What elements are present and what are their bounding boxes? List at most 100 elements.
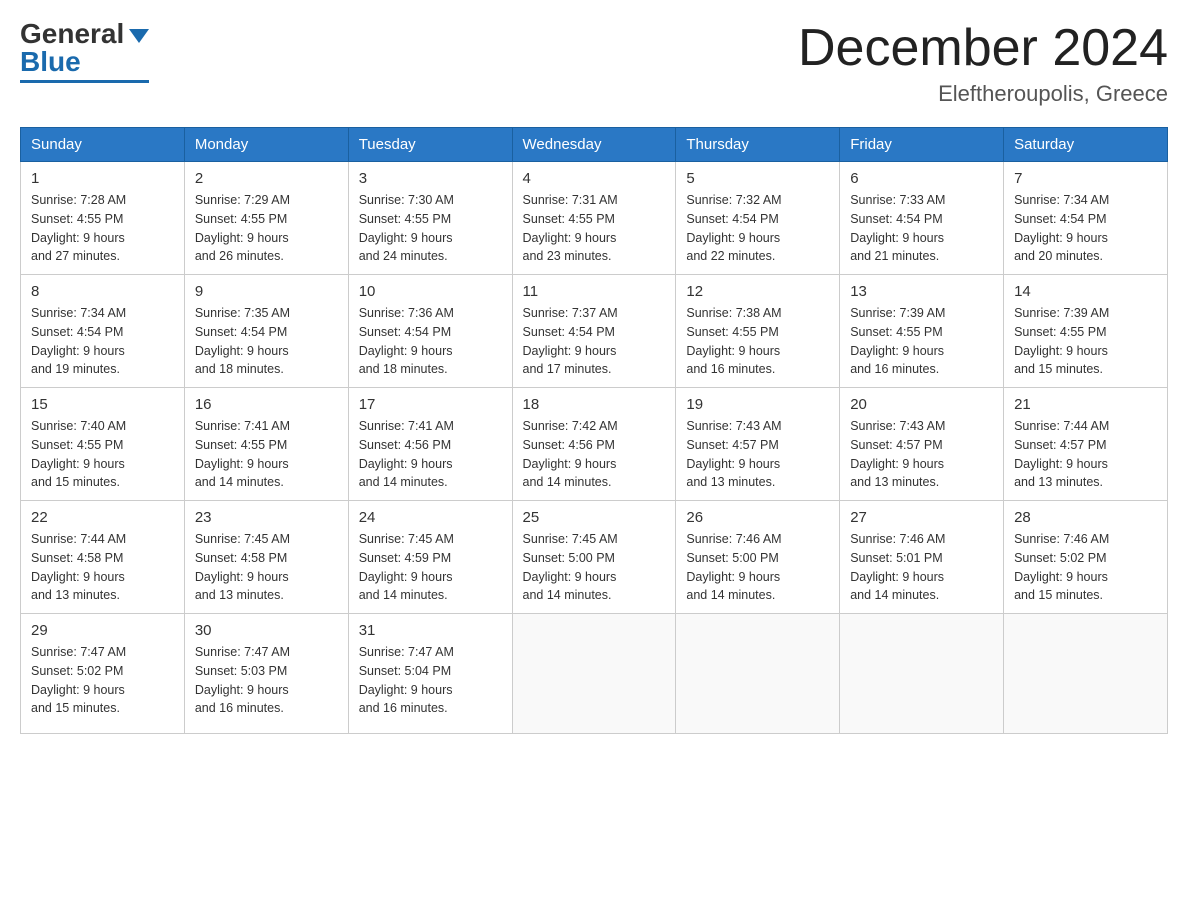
day-number: 16	[195, 396, 338, 413]
day-number: 5	[686, 170, 829, 187]
day-info: Sunrise: 7:41 AM Sunset: 4:55 PM Dayligh…	[195, 417, 338, 492]
table-row: 12 Sunrise: 7:38 AM Sunset: 4:55 PM Dayl…	[676, 275, 840, 388]
table-row: 9 Sunrise: 7:35 AM Sunset: 4:54 PM Dayli…	[184, 275, 348, 388]
table-row: 11 Sunrise: 7:37 AM Sunset: 4:54 PM Dayl…	[512, 275, 676, 388]
day-number: 22	[31, 509, 174, 526]
day-number: 14	[1014, 283, 1157, 300]
day-info: Sunrise: 7:32 AM Sunset: 4:54 PM Dayligh…	[686, 191, 829, 266]
table-row: 15 Sunrise: 7:40 AM Sunset: 4:55 PM Dayl…	[21, 388, 185, 501]
calendar-week-row: 15 Sunrise: 7:40 AM Sunset: 4:55 PM Dayl…	[21, 388, 1168, 501]
day-number: 25	[523, 509, 666, 526]
day-info: Sunrise: 7:47 AM Sunset: 5:02 PM Dayligh…	[31, 643, 174, 718]
title-block: December 2024 Eleftheroupolis, Greece	[798, 20, 1168, 107]
table-row: 10 Sunrise: 7:36 AM Sunset: 4:54 PM Dayl…	[348, 275, 512, 388]
day-info: Sunrise: 7:47 AM Sunset: 5:03 PM Dayligh…	[195, 643, 338, 718]
day-number: 8	[31, 283, 174, 300]
table-row: 16 Sunrise: 7:41 AM Sunset: 4:55 PM Dayl…	[184, 388, 348, 501]
table-row: 14 Sunrise: 7:39 AM Sunset: 4:55 PM Dayl…	[1004, 275, 1168, 388]
day-number: 24	[359, 509, 502, 526]
table-row: 20 Sunrise: 7:43 AM Sunset: 4:57 PM Dayl…	[840, 388, 1004, 501]
col-sunday: Sunday	[21, 128, 185, 162]
day-number: 6	[850, 170, 993, 187]
day-number: 12	[686, 283, 829, 300]
day-info: Sunrise: 7:46 AM Sunset: 5:02 PM Dayligh…	[1014, 530, 1157, 605]
table-row: 23 Sunrise: 7:45 AM Sunset: 4:58 PM Dayl…	[184, 501, 348, 614]
day-info: Sunrise: 7:36 AM Sunset: 4:54 PM Dayligh…	[359, 304, 502, 379]
month-title: December 2024	[798, 20, 1168, 77]
day-info: Sunrise: 7:45 AM Sunset: 5:00 PM Dayligh…	[523, 530, 666, 605]
day-info: Sunrise: 7:46 AM Sunset: 5:01 PM Dayligh…	[850, 530, 993, 605]
table-row: 18 Sunrise: 7:42 AM Sunset: 4:56 PM Dayl…	[512, 388, 676, 501]
day-number: 29	[31, 622, 174, 639]
table-row: 3 Sunrise: 7:30 AM Sunset: 4:55 PM Dayli…	[348, 162, 512, 275]
table-row: 4 Sunrise: 7:31 AM Sunset: 4:55 PM Dayli…	[512, 162, 676, 275]
table-row: 30 Sunrise: 7:47 AM Sunset: 5:03 PM Dayl…	[184, 614, 348, 734]
calendar-week-row: 22 Sunrise: 7:44 AM Sunset: 4:58 PM Dayl…	[21, 501, 1168, 614]
table-row: 2 Sunrise: 7:29 AM Sunset: 4:55 PM Dayli…	[184, 162, 348, 275]
day-info: Sunrise: 7:31 AM Sunset: 4:55 PM Dayligh…	[523, 191, 666, 266]
table-row	[1004, 614, 1168, 734]
table-row: 21 Sunrise: 7:44 AM Sunset: 4:57 PM Dayl…	[1004, 388, 1168, 501]
day-number: 18	[523, 396, 666, 413]
table-row: 7 Sunrise: 7:34 AM Sunset: 4:54 PM Dayli…	[1004, 162, 1168, 275]
table-row	[840, 614, 1004, 734]
day-info: Sunrise: 7:35 AM Sunset: 4:54 PM Dayligh…	[195, 304, 338, 379]
table-row	[676, 614, 840, 734]
table-row: 25 Sunrise: 7:45 AM Sunset: 5:00 PM Dayl…	[512, 501, 676, 614]
day-number: 9	[195, 283, 338, 300]
day-info: Sunrise: 7:39 AM Sunset: 4:55 PM Dayligh…	[1014, 304, 1157, 379]
day-info: Sunrise: 7:39 AM Sunset: 4:55 PM Dayligh…	[850, 304, 993, 379]
table-row: 19 Sunrise: 7:43 AM Sunset: 4:57 PM Dayl…	[676, 388, 840, 501]
col-monday: Monday	[184, 128, 348, 162]
calendar-table: Sunday Monday Tuesday Wednesday Thursday…	[20, 127, 1168, 734]
location-subtitle: Eleftheroupolis, Greece	[798, 81, 1168, 107]
col-tuesday: Tuesday	[348, 128, 512, 162]
day-number: 21	[1014, 396, 1157, 413]
day-number: 11	[523, 283, 666, 300]
table-row: 22 Sunrise: 7:44 AM Sunset: 4:58 PM Dayl…	[21, 501, 185, 614]
table-row: 27 Sunrise: 7:46 AM Sunset: 5:01 PM Dayl…	[840, 501, 1004, 614]
day-number: 15	[31, 396, 174, 413]
table-row: 6 Sunrise: 7:33 AM Sunset: 4:54 PM Dayli…	[840, 162, 1004, 275]
day-number: 3	[359, 170, 502, 187]
table-row: 29 Sunrise: 7:47 AM Sunset: 5:02 PM Dayl…	[21, 614, 185, 734]
day-info: Sunrise: 7:34 AM Sunset: 4:54 PM Dayligh…	[31, 304, 174, 379]
day-info: Sunrise: 7:29 AM Sunset: 4:55 PM Dayligh…	[195, 191, 338, 266]
day-info: Sunrise: 7:46 AM Sunset: 5:00 PM Dayligh…	[686, 530, 829, 605]
calendar-week-row: 29 Sunrise: 7:47 AM Sunset: 5:02 PM Dayl…	[21, 614, 1168, 734]
logo-blue-text: Blue	[20, 48, 81, 76]
table-row: 17 Sunrise: 7:41 AM Sunset: 4:56 PM Dayl…	[348, 388, 512, 501]
table-row: 5 Sunrise: 7:32 AM Sunset: 4:54 PM Dayli…	[676, 162, 840, 275]
day-number: 17	[359, 396, 502, 413]
day-info: Sunrise: 7:30 AM Sunset: 4:55 PM Dayligh…	[359, 191, 502, 266]
day-number: 26	[686, 509, 829, 526]
day-info: Sunrise: 7:45 AM Sunset: 4:59 PM Dayligh…	[359, 530, 502, 605]
page-header: General Blue December 2024 Eleftheroupol…	[20, 20, 1168, 107]
calendar-week-row: 1 Sunrise: 7:28 AM Sunset: 4:55 PM Dayli…	[21, 162, 1168, 275]
day-number: 10	[359, 283, 502, 300]
day-info: Sunrise: 7:33 AM Sunset: 4:54 PM Dayligh…	[850, 191, 993, 266]
logo-general-text: General	[20, 20, 124, 48]
day-number: 20	[850, 396, 993, 413]
day-number: 2	[195, 170, 338, 187]
logo: General Blue	[20, 20, 149, 83]
logo-underline	[20, 80, 149, 83]
day-info: Sunrise: 7:38 AM Sunset: 4:55 PM Dayligh…	[686, 304, 829, 379]
table-row: 8 Sunrise: 7:34 AM Sunset: 4:54 PM Dayli…	[21, 275, 185, 388]
table-row: 24 Sunrise: 7:45 AM Sunset: 4:59 PM Dayl…	[348, 501, 512, 614]
day-number: 31	[359, 622, 502, 639]
day-number: 7	[1014, 170, 1157, 187]
day-info: Sunrise: 7:43 AM Sunset: 4:57 PM Dayligh…	[850, 417, 993, 492]
day-number: 4	[523, 170, 666, 187]
table-row: 31 Sunrise: 7:47 AM Sunset: 5:04 PM Dayl…	[348, 614, 512, 734]
day-number: 30	[195, 622, 338, 639]
day-info: Sunrise: 7:37 AM Sunset: 4:54 PM Dayligh…	[523, 304, 666, 379]
day-number: 13	[850, 283, 993, 300]
table-row: 1 Sunrise: 7:28 AM Sunset: 4:55 PM Dayli…	[21, 162, 185, 275]
day-number: 28	[1014, 509, 1157, 526]
table-row: 26 Sunrise: 7:46 AM Sunset: 5:00 PM Dayl…	[676, 501, 840, 614]
day-info: Sunrise: 7:41 AM Sunset: 4:56 PM Dayligh…	[359, 417, 502, 492]
day-info: Sunrise: 7:45 AM Sunset: 4:58 PM Dayligh…	[195, 530, 338, 605]
day-info: Sunrise: 7:43 AM Sunset: 4:57 PM Dayligh…	[686, 417, 829, 492]
day-info: Sunrise: 7:42 AM Sunset: 4:56 PM Dayligh…	[523, 417, 666, 492]
